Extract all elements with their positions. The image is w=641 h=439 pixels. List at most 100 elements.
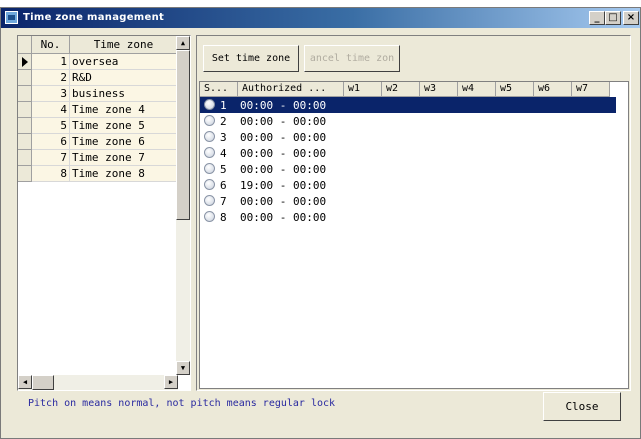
time-zone-row[interactable]: 6 Time zone 6 xyxy=(18,134,178,150)
horizontal-scroll-thumb[interactable] xyxy=(32,375,54,390)
radio-icon[interactable] xyxy=(204,131,215,142)
hint-text: Pitch on means normal, not pitch means r… xyxy=(28,398,336,409)
authorized-time-cell[interactable]: 00:00 - 00:00 xyxy=(238,195,350,208)
period-id-cell: 5 xyxy=(220,162,227,176)
time-zone-row[interactable]: 2 R&D xyxy=(18,70,178,86)
time-period-row[interactable]: 1 00:00 - 00:00 xyxy=(200,97,616,113)
authorized-time-cell[interactable]: 00:00 - 00:00 xyxy=(238,115,350,128)
status-cell[interactable] xyxy=(200,177,220,193)
set-time-zone-button[interactable]: Set time zone xyxy=(203,45,299,72)
time-zone-name-cell[interactable]: Time zone 8 xyxy=(70,166,178,182)
time-zone-no-cell[interactable]: 1 xyxy=(32,54,70,70)
status-cell[interactable] xyxy=(200,97,220,113)
scroll-left-icon[interactable]: ◀ xyxy=(18,375,32,389)
radio-icon[interactable] xyxy=(204,195,215,206)
column-header-w6[interactable]: w6 xyxy=(534,82,572,97)
row-selector[interactable] xyxy=(18,86,32,102)
row-selector[interactable] xyxy=(18,118,32,134)
row-selector[interactable] xyxy=(18,70,32,86)
time-zone-no-cell[interactable]: 3 xyxy=(32,86,70,102)
row-selector[interactable] xyxy=(18,134,32,150)
time-period-grid: S... Authorized ... w1 w2 w3 w4 w5 w6 w7… xyxy=(199,81,629,389)
column-header-authorized[interactable]: Authorized ... xyxy=(238,82,344,97)
period-id-cell: 8 xyxy=(220,210,227,224)
column-header-status[interactable]: S... xyxy=(200,82,238,97)
time-zone-name-cell[interactable]: Time zone 4 xyxy=(70,102,178,118)
time-period-row[interactable]: 4 00:00 - 00:00 xyxy=(200,145,628,161)
time-period-body: 1 00:00 - 00:00 2 00:00 - 00:00 3 00:00 - 00:… xyxy=(200,97,628,225)
time-period-row[interactable]: 5 00:00 - 00:00 xyxy=(200,161,628,177)
time-zone-no-cell[interactable]: 6 xyxy=(32,134,70,150)
radio-icon[interactable] xyxy=(204,163,215,174)
time-zone-no-cell[interactable]: 4 xyxy=(32,102,70,118)
status-cell[interactable] xyxy=(200,161,220,177)
authorized-time-cell[interactable]: 00:00 - 00:00 xyxy=(238,147,350,160)
scroll-down-icon[interactable]: ▼ xyxy=(176,361,190,375)
status-cell[interactable] xyxy=(200,113,220,129)
column-header-w4[interactable]: w4 xyxy=(458,82,496,97)
column-header-no[interactable]: No. xyxy=(32,36,70,54)
window-title: Time zone management xyxy=(23,12,165,23)
scroll-right-icon[interactable]: ▶ xyxy=(164,375,178,389)
time-zone-list-body: 1 oversea 2 R&D 3 business 4 Time zone 4 5 Time z… xyxy=(18,54,178,182)
time-zone-name-cell[interactable]: R&D xyxy=(70,70,178,86)
close-button[interactable]: Close xyxy=(543,392,621,421)
time-zone-row[interactable]: 7 Time zone 7 xyxy=(18,150,178,166)
row-selector[interactable] xyxy=(18,150,32,166)
time-zone-row[interactable]: 3 business xyxy=(18,86,178,102)
app-window-icon xyxy=(5,11,18,24)
time-period-row[interactable]: 8 00:00 - 00:00 xyxy=(200,209,628,225)
cancel-time-zone-button[interactable]: ancel time zon xyxy=(304,45,400,72)
time-zone-name-cell[interactable]: Time zone 7 xyxy=(70,150,178,166)
status-cell[interactable] xyxy=(200,129,220,145)
row-selector-arrow-icon[interactable] xyxy=(18,54,32,70)
maximize-button[interactable]: □ xyxy=(605,11,621,25)
time-zone-row[interactable]: 4 Time zone 4 xyxy=(18,102,178,118)
row-selector[interactable] xyxy=(18,102,32,118)
time-zone-name-cell[interactable]: Time zone 5 xyxy=(70,118,178,134)
time-period-row[interactable]: 7 00:00 - 00:00 xyxy=(200,193,628,209)
time-period-row[interactable]: 3 00:00 - 00:00 xyxy=(200,129,628,145)
time-zone-name-cell[interactable]: oversea xyxy=(70,54,178,70)
time-period-row[interactable]: 2 00:00 - 00:00 xyxy=(200,113,628,129)
radio-icon[interactable] xyxy=(204,211,215,222)
authorized-time-cell[interactable]: 00:00 - 00:00 xyxy=(238,131,350,144)
column-header-w2[interactable]: w2 xyxy=(382,82,420,97)
time-zone-no-cell[interactable]: 2 xyxy=(32,70,70,86)
time-zone-no-cell[interactable]: 5 xyxy=(32,118,70,134)
time-zone-row[interactable]: 8 Time zone 8 xyxy=(18,166,178,182)
column-header-w1[interactable]: w1 xyxy=(344,82,382,97)
authorized-time-cell[interactable]: 00:00 - 00:00 xyxy=(238,211,350,224)
vertical-scroll-thumb[interactable] xyxy=(176,50,190,220)
time-zone-row[interactable]: 5 Time zone 5 xyxy=(18,118,178,134)
radio-icon[interactable] xyxy=(204,179,215,190)
status-cell[interactable] xyxy=(200,145,220,161)
column-header-w5[interactable]: w5 xyxy=(496,82,534,97)
time-zone-name-cell[interactable]: Time zone 6 xyxy=(70,134,178,150)
time-zone-name-cell[interactable]: business xyxy=(70,86,178,102)
radio-icon[interactable] xyxy=(204,147,215,158)
authorized-time-cell[interactable]: 00:00 - 00:00 xyxy=(238,99,350,112)
horizontal-scrollbar[interactable]: ◀ ▶ xyxy=(18,375,178,390)
title-bar[interactable]: Time zone management _ □ × xyxy=(1,8,640,28)
status-cell[interactable] xyxy=(200,209,220,225)
row-selector[interactable] xyxy=(18,166,32,182)
radio-icon[interactable] xyxy=(204,99,215,110)
scroll-up-icon[interactable]: ▲ xyxy=(176,36,190,50)
time-period-row[interactable]: 6 19:00 - 00:00 xyxy=(200,177,628,193)
column-header-time-zone[interactable]: Time zone xyxy=(70,36,178,54)
authorized-time-cell[interactable]: 00:00 - 00:00 xyxy=(238,163,350,176)
time-zone-list-grid: No. Time zone 1 oversea 2 R&D 3 business 4 Time… xyxy=(17,35,191,391)
time-zone-no-cell[interactable]: 7 xyxy=(32,150,70,166)
radio-icon[interactable] xyxy=(204,115,215,126)
column-header-w7[interactable]: w7 xyxy=(572,82,610,97)
status-cell[interactable] xyxy=(200,193,220,209)
time-zone-detail-panel: Set time zone ancel time zon S... Author… xyxy=(196,35,631,391)
minimize-button[interactable]: _ xyxy=(589,11,605,25)
authorized-time-cell[interactable]: 19:00 - 00:00 xyxy=(238,179,350,192)
column-header-w3[interactable]: w3 xyxy=(420,82,458,97)
vertical-scrollbar[interactable]: ▲ ▼ xyxy=(176,36,190,375)
close-window-button[interactable]: × xyxy=(623,11,639,25)
time-zone-row[interactable]: 1 oversea xyxy=(18,54,178,70)
time-zone-no-cell[interactable]: 8 xyxy=(32,166,70,182)
